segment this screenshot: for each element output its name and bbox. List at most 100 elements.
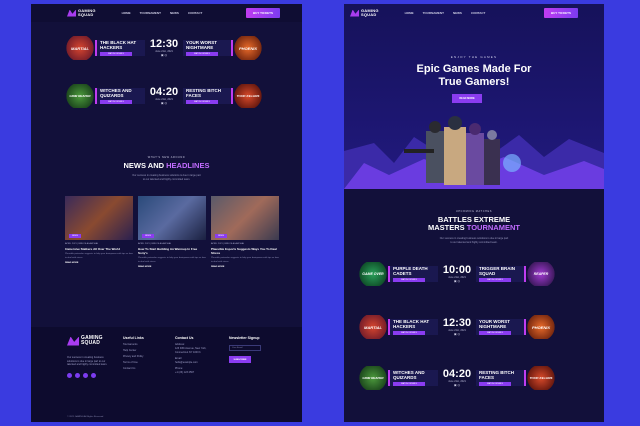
newsletter-email-input[interactable]: Your Email	[229, 345, 261, 351]
news-meta: APRIL 2021 | BRUCE ALAMOHAI	[138, 243, 171, 245]
footer-link[interactable]: Tournaments	[123, 343, 144, 346]
subscribe-button[interactable]: SUBSCRIBE	[229, 356, 251, 363]
instagram-icon[interactable]	[83, 372, 88, 378]
footer-description: Our success in creating business solutio…	[67, 356, 108, 366]
news-card[interactable]: NEWS APRIL 2021 | BRUCE ALAMOHAI How To …	[138, 196, 206, 268]
footer-link[interactable]: Privacy and Policy	[123, 355, 144, 358]
match-details-button[interactable]: MATCH DETAILS	[479, 382, 511, 386]
buy-tickets-button[interactable]: BUY TICKETS	[544, 8, 578, 18]
twitter-icon[interactable]	[75, 372, 80, 378]
news-card-image: NEWS	[138, 196, 206, 240]
top-navbar: GAMING SQUAD HOME TOURNAMENT NEWS CONTAC…	[31, 4, 302, 22]
buy-tickets-button[interactable]: BUY TICKETS	[246, 8, 280, 18]
news-description: Our success in creating business solutio…	[132, 174, 201, 181]
read-more-button[interactable]: READ MORE	[452, 94, 482, 103]
match-time: 12:30	[149, 38, 179, 50]
contact-line: Email:	[175, 357, 182, 360]
read-more-link[interactable]: READ MORE	[65, 262, 133, 264]
team-a-name: PURPLE DEATH CADETS	[393, 266, 428, 276]
nav-link-contact[interactable]: CONTACT	[188, 11, 202, 15]
youtube-icon[interactable]	[91, 372, 96, 378]
news-card[interactable]: NEWS APRIL 2021 | BRUCE ALAMOHAI Plausib…	[211, 196, 279, 268]
match-details-button[interactable]: MATCH DETAILS	[393, 278, 425, 282]
hero-title: Epic Games Made For True Gamers!	[416, 63, 532, 88]
match-details-button[interactable]: MATCH DETAILS	[479, 331, 511, 335]
brand-logo[interactable]: GAMING SQUAD	[350, 9, 379, 17]
news-title[interactable]: How To Start Building An Warmup In Free …	[138, 247, 206, 255]
read-more-link[interactable]: READ MORE	[138, 266, 206, 268]
social-links	[67, 372, 113, 378]
team-logo-grim-reaper: GRIM REAPER	[65, 84, 95, 108]
nav-link-home[interactable]: HOME	[405, 11, 414, 15]
match-details-button[interactable]: MATCH DETAILS	[100, 100, 132, 104]
contact-line: Phone:	[175, 367, 183, 370]
news-card-image: NEWS	[211, 196, 279, 240]
team-a-box: THE BLACK HAT HACKERS MATCH DETAILS	[388, 319, 438, 335]
match-details-button[interactable]: MATCH DETAILS	[186, 100, 218, 104]
platform-icons: ▣ ◎	[453, 383, 461, 387]
footer-link[interactable]: Contact Us	[123, 367, 144, 370]
news-title: NEWS AND HEADLINES	[123, 161, 210, 170]
team-logo-phoenix: PHOENIX	[526, 315, 556, 339]
contact-line[interactable]: hello@example.com	[175, 361, 206, 364]
match-time: 10:00	[442, 264, 472, 276]
top-navbar: GAMING SQUAD HOME TOURNAMENT NEWS CONTAC…	[344, 4, 604, 22]
match-details-button[interactable]: MATCH DETAILS	[100, 52, 132, 56]
hero-section: GAMING SQUAD HOME TOURNAMENT NEWS CONTAC…	[344, 4, 604, 189]
footer-heading: Contact Us	[175, 336, 194, 340]
team-logo-grim-reaper: GRIM REAPER	[358, 366, 388, 390]
team-logo-game-over: GAME OVER	[358, 262, 388, 286]
news-title[interactable]: Plausible Esports Suggests Ways You To D…	[211, 247, 279, 255]
nav-link-news[interactable]: NEWS	[170, 11, 179, 15]
match-time: 12:30	[442, 317, 472, 329]
news-meta: APRIL 2021 | BRUCE ALAMOHAI	[211, 243, 244, 245]
team-a-name: WITCHES AND QUIZARDS	[393, 370, 425, 380]
platform-icons: ▣ ◎	[453, 279, 461, 283]
nav-link-tournament[interactable]: TOURNAMENT	[423, 11, 444, 15]
match-time-block: 12:30 June 21st, 2021 ▣ ◎	[145, 38, 183, 58]
nav-link-news[interactable]: NEWS	[453, 11, 462, 15]
match-time-block: 04:20 June 21st, 2021 ▣ ◎	[438, 369, 476, 388]
news-tag: NEWS	[142, 234, 154, 238]
footer-link[interactable]: Help Center	[123, 349, 144, 352]
footer-link[interactable]: Terms of Use	[123, 361, 144, 364]
footer-brand: GAMING SQUAD Our success in creating bus…	[67, 336, 113, 378]
match-details-button[interactable]: MATCH DETAILS	[186, 52, 218, 56]
news-subtitle: WHAT'S NEW AROUND	[147, 156, 186, 159]
nav-link-home[interactable]: HOME	[122, 11, 131, 15]
logo-line2: SQUAD	[78, 12, 94, 17]
match-row: GRIM REAPER WITCHES AND QUIZARDS MATCH D…	[358, 366, 556, 390]
logo-icon	[67, 9, 76, 17]
footer-links: Useful Links Tournaments Help Center Pri…	[123, 336, 144, 370]
match-row: GRIM REAPER WITCHES AND QUIZARDS MATCH D…	[65, 84, 263, 108]
footer-logo[interactable]: GAMING SQUAD	[67, 336, 113, 346]
team-logo-martial: MARTIAL	[65, 36, 95, 60]
team-b-box: TRIGGER BRAIN SQUAD MATCH DETAILS	[476, 266, 526, 282]
match-details-button[interactable]: MATCH DETAILS	[393, 331, 425, 335]
nav-link-contact[interactable]: CONTACT	[471, 11, 485, 15]
match-row: MARTIAL THE BLACK HAT HACKERS MATCH DETA…	[65, 36, 263, 60]
news-excerpt: Plausible pretender suggests to help you…	[65, 253, 133, 259]
read-more-link[interactable]: READ MORE	[211, 266, 279, 268]
match-time-block: 12:30 June 21st, 2021 ▣ ◎	[438, 317, 476, 337]
match-time-block: 10:00 June 21st, 2021 ▣ ◎	[438, 264, 476, 284]
match-details-button[interactable]: MATCH DETAILS	[479, 278, 511, 282]
news-excerpt: Plausible pretender suggests to help you…	[211, 257, 279, 263]
nav-link-tournament[interactable]: TOURNAMENT	[140, 11, 161, 15]
team-logo-martial: MARTIAL	[358, 315, 388, 339]
news-title[interactable]: Immersive Stalkers All Over The World	[65, 247, 133, 251]
brand-logo[interactable]: GAMING SQUAD	[67, 9, 96, 17]
contact-line: Address:	[175, 343, 185, 346]
team-a-name: THE BLACK HAT HACKERS	[100, 40, 137, 50]
contact-line: +1 (23) 123 4567	[175, 371, 195, 374]
team-b-name: TRIGGER BRAIN SQUAD	[479, 266, 515, 276]
logo-icon	[350, 9, 359, 17]
match-details-button[interactable]: MATCH DETAILS	[393, 382, 425, 386]
contact-line: 123 Fifth Avenue, New York,	[175, 347, 207, 350]
team-logo-phoenix: PHOENIX	[233, 36, 263, 60]
team-b-name: YOUR WORST NIGHTMARE	[186, 40, 217, 50]
team-logo-reaper: REAPER	[526, 262, 556, 286]
team-b-box: YOUR WORST NIGHTMARE MATCH DETAILS	[476, 319, 526, 335]
facebook-icon[interactable]	[67, 372, 72, 378]
news-card[interactable]: NEWS APRIL 2021 | BRUCE ALAMOHAI Immersi…	[65, 196, 133, 264]
